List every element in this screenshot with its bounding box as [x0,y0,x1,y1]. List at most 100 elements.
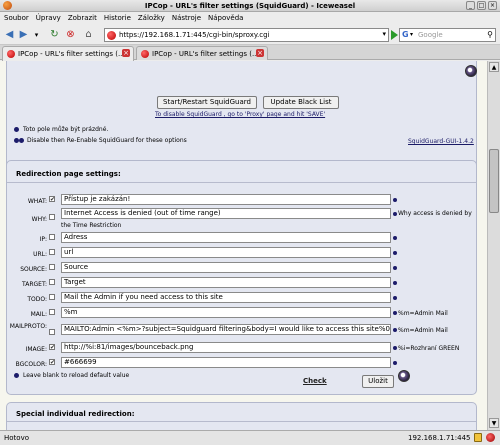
menu-zalozky[interactable]: Záložky [134,12,168,22]
search-engine-icon[interactable]: G [402,30,409,39]
section-heading: Redirection page settings: [16,170,121,178]
menu-bar: Soubor Úpravy Zobrazit Historie Záložky Nástr… [0,12,500,25]
field-label-why: WHY: [31,216,47,223]
checkbox-source[interactable] [49,264,55,270]
tab-label: IPCop - URL's filter settings (... [18,50,125,58]
required-dot-icon [393,266,397,270]
window-title: IPCop - URL's filter settings (SquidGuar… [144,2,356,10]
input-todo[interactable]: Mail the Admin if you need access to thi… [61,292,391,303]
input-image[interactable]: http://%i:81/images/bounceback.png [61,342,391,353]
scroll-up-icon[interactable]: ▲ [489,62,499,72]
scroll-thumb[interactable] [489,149,499,213]
menu-historie[interactable]: Historie [100,12,134,22]
input-url[interactable]: url [61,247,391,258]
section-heading: Special individual redirection: [16,410,135,418]
checkbox-todo[interactable] [49,294,55,300]
update-blacklist-button[interactable]: Update Black List [263,96,339,109]
divider [7,182,476,183]
save-button[interactable]: Uložit [362,375,394,388]
go-arrow-icon[interactable] [391,30,398,40]
tab-close-icon[interactable]: × [122,49,130,57]
window-title-bar: IPCop - URL's filter settings (SquidGuar… [0,0,500,12]
checkbox-what[interactable]: ✔ [49,196,55,203]
forward-icon[interactable]: ▶ [17,29,30,41]
close-icon[interactable]: × [488,1,497,10]
input-what[interactable]: Přístup je zakázán! [61,194,391,205]
tab-2[interactable]: IPCop - URL's filter settings (... × [136,46,268,60]
checkbox-url[interactable] [49,249,55,255]
restart-squidguard-button[interactable]: Start/Restart SquidGuard [157,96,257,109]
divider [7,421,476,422]
input-ip[interactable]: Adress [61,232,391,243]
version-link[interactable]: SquidGuard-GUI-1.4.2 [408,138,474,145]
special-redirection-panel: Special individual redirection: [6,402,477,430]
menu-soubor[interactable]: Soubor [0,12,32,22]
required-dot-icon [393,346,397,350]
checkbox-mailproto[interactable] [49,329,55,335]
required-dot-icon [393,198,397,202]
input-target[interactable]: Target [61,277,391,288]
checkbox-why[interactable] [49,214,55,220]
field-label-ip: IP: [39,236,47,243]
tab-favicon [7,50,15,58]
checkbox-mail[interactable] [49,309,55,315]
maximize-icon[interactable]: □ [477,1,486,10]
checkbox-ip[interactable] [49,234,55,240]
status-bar: Hotovo 192.168.1.71:445 [0,430,500,445]
checkbox-target[interactable] [49,279,55,285]
url-bar[interactable]: https://192.168.1.71:445/cgi-bin/sproxy.… [104,28,389,42]
field-label-source: SOURCE: [20,266,47,273]
mail-note: %m=Admin Mail [398,310,448,317]
home-icon[interactable]: ⌂ [82,29,95,41]
input-mail[interactable]: %m [61,307,391,318]
stop-icon[interactable]: ⊗ [64,29,77,41]
search-icon[interactable]: ⚲ [487,30,493,39]
scroll-down-icon[interactable]: ▼ [489,418,499,428]
tab-label: IPCop - URL's filter settings (... [152,50,259,58]
field-label-what: WHAT: [27,198,47,205]
empty-field-note: Toto pole může být prázdné. [23,126,109,133]
field-label-target: TARGET: [22,281,47,288]
tab-close-icon[interactable]: × [256,49,264,57]
menu-nastroje[interactable]: Nástroje [168,12,204,22]
bullet-icon [19,138,24,143]
bullet-icon [14,373,19,378]
reenable-note: Disable then Re-Enable SquidGuard for th… [27,137,187,144]
field-label-todo: TODO: [27,296,47,303]
check-link[interactable]: Check [303,377,327,385]
site-favicon [107,31,116,40]
minimize-icon[interactable]: _ [466,1,475,10]
checkbox-bgcolor[interactable]: ✔ [49,359,55,366]
menu-napoveda[interactable]: Nápověda [204,12,246,22]
status-text: Hotovo [4,434,29,442]
input-bgcolor[interactable]: #666699 [61,357,391,368]
history-dropdown-icon[interactable]: ▾ [30,29,43,41]
tab-favicon [141,50,149,58]
tab-strip: IPCop - URL's filter settings (... × IPC… [0,45,500,61]
search-box[interactable]: G ▾ Google ⚲ [399,28,496,42]
disable-squidguard-link[interactable]: To disable SquidGuard , go to 'Proxy' pa… [155,111,325,118]
required-dot-icon [393,328,397,332]
field-label-image: IMAGE: [25,346,47,353]
url-text[interactable]: https://192.168.1.71:445/cgi-bin/sproxy.… [119,31,270,39]
redirection-settings-panel: Redirection page settings: WHAT: ✔ Příst… [6,160,477,395]
bullet-icon [14,127,19,132]
search-engine-dropdown-icon[interactable]: ▾ [410,31,413,38]
menu-zobrazit[interactable]: Zobrazit [64,12,100,22]
search-input[interactable]: Google [418,31,443,39]
navigation-toolbar: ◀ ▶ ▾ ↻ ⊗ ⌂ https://192.168.1.71:445/cgi… [0,25,500,45]
status-addon-icon[interactable] [486,433,495,442]
required-dot-icon [393,296,397,300]
required-dot-icon [393,236,397,240]
url-dropdown-icon[interactable]: ▾ [382,30,386,38]
checkbox-image[interactable]: ✔ [49,344,55,351]
page-scrollbar[interactable]: ▲ ▼ [487,61,500,430]
menu-upravy[interactable]: Úpravy [32,12,64,22]
input-why[interactable]: Internet Access is denied (out of time r… [61,208,391,219]
tab-1[interactable]: IPCop - URL's filter settings (... × [2,46,134,61]
secure-lock-icon[interactable] [474,433,482,442]
input-source[interactable]: Source [61,262,391,273]
back-icon[interactable]: ◀ [3,29,16,41]
input-mailproto[interactable]: MAILTO:Admin <%m>?subject=Squidguard fil… [61,324,391,335]
reload-icon[interactable]: ↻ [48,29,61,41]
